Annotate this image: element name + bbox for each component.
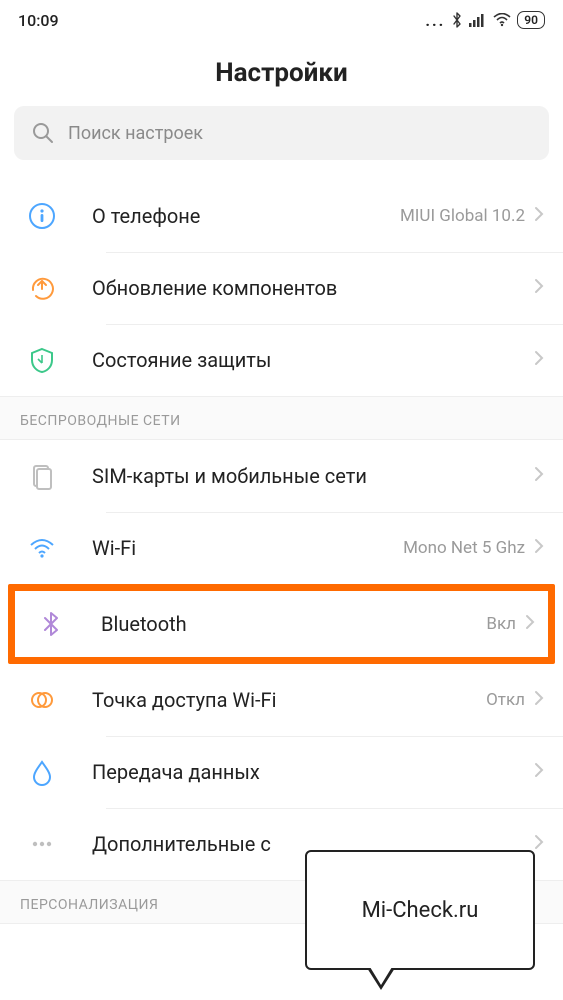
row-about-phone[interactable]: О телефоне MIUI Global 10.2 [0,180,563,252]
wifi-icon [20,533,64,563]
bluetooth-icon [29,609,73,639]
row-bluetooth[interactable]: Bluetooth Вкл [15,591,548,657]
row-label: Состояние защиты [64,348,533,372]
chevron-right-icon [533,205,545,227]
page-title: Настройки [0,58,563,88]
chevron-right-icon [524,613,536,635]
sim-icon [20,461,64,491]
droplet-icon [20,757,64,787]
chevron-right-icon [533,689,545,711]
hotspot-icon [20,685,64,715]
row-label: Wi-Fi [64,536,403,560]
more-icon: ... [425,11,445,30]
row-wifi[interactable]: Wi-Fi Mono Net 5 Ghz [0,512,563,584]
bluetooth-status-icon [451,12,463,28]
row-security-status[interactable]: Состояние защиты [0,324,563,396]
row-value: Вкл [486,614,516,634]
chevron-right-icon [533,277,545,299]
highlight-box: Bluetooth Вкл [8,584,555,664]
status-icons: ... 90 [425,11,545,30]
search-placeholder: Поиск настроек [68,123,203,144]
row-hotspot[interactable]: Точка доступа Wi-Fi Откл [0,664,563,736]
settings-list: О телефоне MIUI Global 10.2 Обновление к… [0,180,563,924]
row-label: Обновление компонентов [64,276,533,300]
status-bar: 10:09 ... 90 [0,0,563,34]
watermark-text: Mi-Check.ru [362,898,479,923]
row-value: MIUI Global 10.2 [400,206,525,226]
signal-icon [469,13,487,27]
row-value: Откл [486,690,525,710]
battery-indicator: 90 [517,11,545,29]
chevron-right-icon [533,761,545,783]
chevron-right-icon [533,465,545,487]
more-settings-icon [20,829,64,859]
row-label: Bluetooth [73,612,486,636]
info-icon [20,201,64,231]
row-label: SIM-карты и мобильные сети [64,464,533,488]
callout-tail-icon [367,968,395,990]
search-input[interactable]: Поиск настроек [14,106,549,160]
shield-icon [20,345,64,375]
wifi-icon [493,13,511,27]
chevron-right-icon [533,833,545,855]
page-header: Настройки [0,34,563,106]
update-icon [20,273,64,303]
status-time: 10:09 [18,11,59,30]
chevron-right-icon [533,537,545,559]
row-label: Точка доступа Wi-Fi [64,688,486,712]
row-label: О телефоне [64,204,400,228]
row-label: Передача данных [64,760,533,784]
chevron-right-icon [533,349,545,371]
row-value: Mono Net 5 Ghz [403,538,525,558]
row-sim-cards[interactable]: SIM-карты и мобильные сети [0,440,563,512]
section-header-wireless: БЕСПРОВОДНЫЕ СЕТИ [0,396,563,440]
watermark-callout: Mi-Check.ru [305,850,535,970]
search-icon [32,122,54,144]
row-data-usage[interactable]: Передача данных [0,736,563,808]
row-component-update[interactable]: Обновление компонентов [0,252,563,324]
